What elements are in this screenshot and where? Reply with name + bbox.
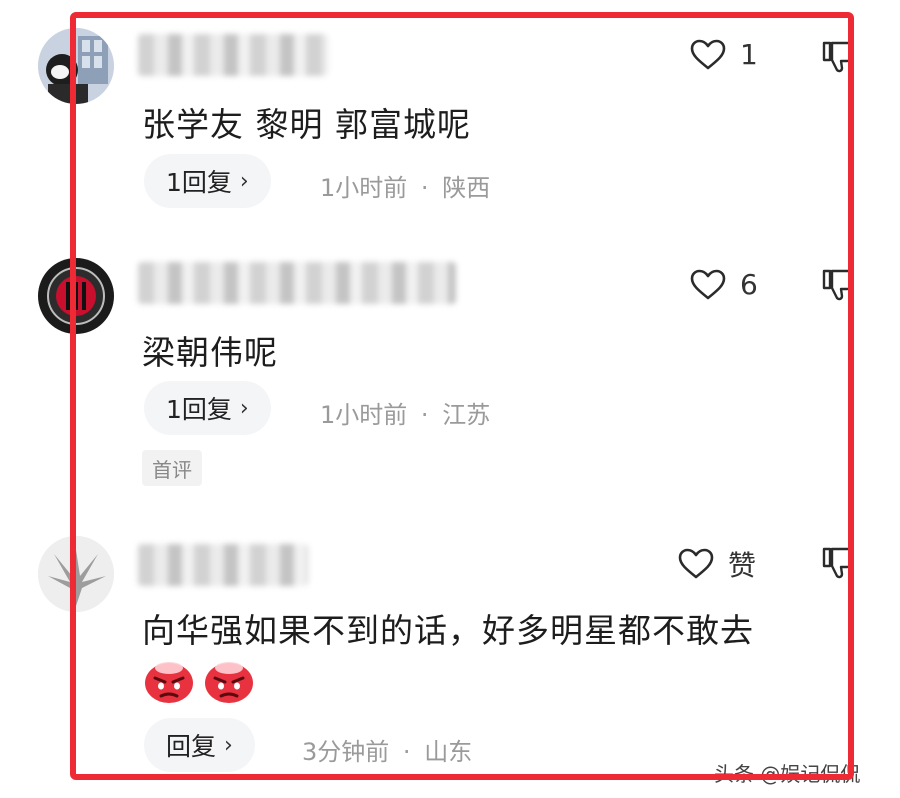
comment-meta: 1小时前 · 江苏 bbox=[320, 395, 490, 430]
username-blurred bbox=[138, 262, 456, 304]
comment-text: 张学友 黎明 郭富城呢 bbox=[142, 105, 471, 144]
comment-location: 陕西 bbox=[442, 174, 491, 202]
thumbs-down-icon bbox=[822, 547, 850, 579]
avatar-image bbox=[38, 536, 114, 612]
reply-button[interactable]: 回复 › bbox=[144, 718, 255, 772]
like-count: 6 bbox=[740, 268, 758, 301]
comment-text: 向华强如果不到的话，好多明星都不敢去 bbox=[142, 611, 754, 650]
reply-count-button[interactable]: 1回复 › bbox=[144, 381, 271, 435]
comment-time: 1小时前 bbox=[320, 174, 408, 202]
dislike-button[interactable] bbox=[820, 268, 850, 302]
avatar-image bbox=[38, 28, 114, 104]
comment-time: 3分钟前 bbox=[302, 738, 390, 766]
like-button[interactable]: 赞 bbox=[678, 544, 756, 584]
meta-separator: · bbox=[420, 401, 429, 429]
like-button[interactable]: 6 bbox=[690, 268, 758, 301]
user-avatar[interactable] bbox=[38, 28, 114, 104]
comment-text: 梁朝伟呢 bbox=[142, 333, 278, 372]
reply-label: 回复 bbox=[166, 732, 217, 761]
comment-time: 1小时前 bbox=[320, 401, 408, 429]
angry-face-emoji bbox=[203, 658, 255, 704]
comment-meta: 3分钟前 · 山东 bbox=[302, 732, 472, 767]
like-label: 赞 bbox=[728, 549, 757, 582]
thumbs-down-icon bbox=[822, 269, 850, 301]
dislike-button[interactable] bbox=[820, 40, 850, 74]
dislike-button[interactable] bbox=[820, 546, 850, 580]
comment-meta: 1小时前 · 陕西 bbox=[320, 168, 490, 203]
heart-outline-icon bbox=[690, 39, 726, 69]
meta-separator: · bbox=[402, 738, 411, 766]
chevron-right-icon: › bbox=[224, 732, 233, 758]
user-avatar[interactable] bbox=[38, 536, 114, 612]
comment-location: 江苏 bbox=[442, 401, 491, 429]
user-avatar[interactable] bbox=[38, 258, 114, 334]
chevron-right-icon: › bbox=[239, 168, 249, 194]
first-comment-badge: 首评 bbox=[142, 450, 202, 486]
like-button[interactable]: 1 bbox=[690, 38, 758, 71]
reply-count-button[interactable]: 1回复 › bbox=[144, 154, 271, 208]
avatar-image bbox=[38, 258, 114, 334]
watermark: 头条 @娱记侃侃 bbox=[714, 762, 861, 786]
reply-label: 1回复 bbox=[166, 395, 232, 424]
username-blurred bbox=[138, 544, 308, 586]
username-blurred bbox=[138, 34, 328, 76]
meta-separator: · bbox=[420, 174, 429, 202]
like-count: 1 bbox=[740, 38, 758, 71]
heart-outline-icon bbox=[690, 269, 726, 299]
comment-location: 山东 bbox=[424, 738, 473, 766]
heart-outline-icon bbox=[678, 548, 714, 579]
reply-label: 1回复 bbox=[166, 168, 232, 197]
angry-face-emoji bbox=[143, 658, 195, 704]
thumbs-down-icon bbox=[822, 41, 850, 73]
chevron-right-icon: › bbox=[239, 395, 249, 421]
